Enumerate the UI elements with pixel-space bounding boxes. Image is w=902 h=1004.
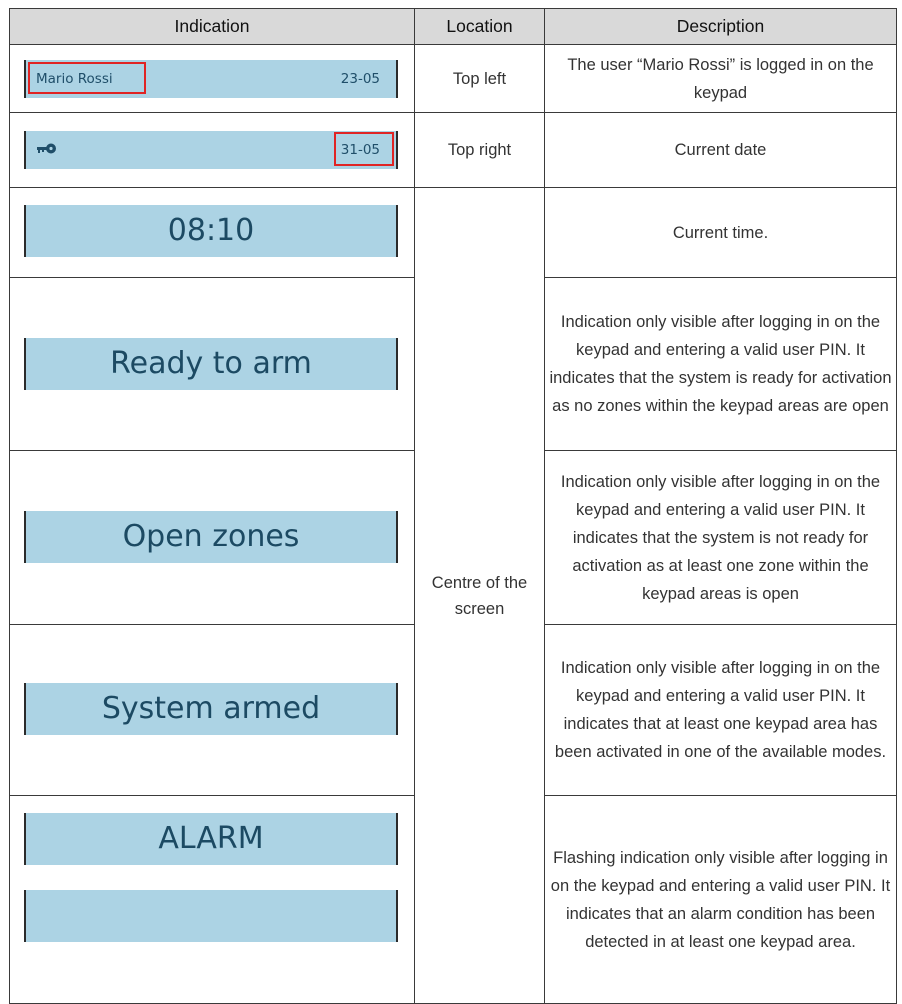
lcd-date: 23-05 bbox=[340, 71, 380, 87]
description-cell: The user “Mario Rossi” is logged in on t… bbox=[544, 44, 897, 113]
column-header-description: Description bbox=[544, 8, 897, 45]
table-header-row: Indication Location Description bbox=[9, 8, 897, 45]
location-cell-merged: Centre of the screen bbox=[414, 187, 545, 1004]
lcd-display-blank bbox=[24, 890, 398, 942]
description-cell: Indication only visible after logging in… bbox=[544, 450, 897, 625]
lcd-display-open-zones: Open zones bbox=[24, 511, 398, 563]
lcd-display-user: Mario Rossi 23-05 bbox=[24, 60, 398, 98]
highlight-box-user-name bbox=[28, 62, 146, 94]
column-header-location: Location bbox=[414, 8, 545, 45]
indication-cell: 31-05 bbox=[9, 112, 415, 188]
description-cell: Current date bbox=[544, 112, 897, 188]
indication-cell: Open zones bbox=[9, 450, 415, 625]
location-cell: Top right bbox=[414, 112, 545, 188]
indication-cell: ALARM bbox=[9, 795, 415, 1004]
description-cell: Current time. bbox=[544, 187, 897, 278]
table-row: Mario Rossi 23-05 Top left The user “Mar… bbox=[9, 44, 897, 113]
indication-cell: Ready to arm bbox=[9, 277, 415, 451]
description-cell: Indication only visible after logging in… bbox=[544, 624, 897, 796]
description-cell: Indication only visible after logging in… bbox=[544, 277, 897, 451]
table-row: 08:10 Centre of the screen Current time. bbox=[9, 187, 897, 1004]
key-icon bbox=[37, 143, 56, 154]
indication-cell: Mario Rossi 23-05 bbox=[9, 44, 415, 113]
lcd-display-time: 08:10 bbox=[24, 205, 398, 257]
table-row: 31-05 Top right Current date bbox=[9, 112, 897, 188]
indication-cell: 08:10 bbox=[9, 187, 415, 278]
highlight-box-date bbox=[334, 132, 394, 166]
lcd-display-ready: Ready to arm bbox=[24, 338, 398, 390]
lcd-display-date: 31-05 bbox=[24, 131, 398, 169]
description-cell: Flashing indication only visible after l… bbox=[544, 795, 897, 1004]
location-cell: Top left bbox=[414, 44, 545, 113]
indication-cell: System armed bbox=[9, 624, 415, 796]
lcd-display-alarm: ALARM bbox=[24, 813, 398, 865]
lcd-display-system-armed: System armed bbox=[24, 683, 398, 735]
column-header-indication: Indication bbox=[9, 8, 415, 45]
indications-table: Indication Location Description Mario Ro… bbox=[9, 8, 897, 1004]
